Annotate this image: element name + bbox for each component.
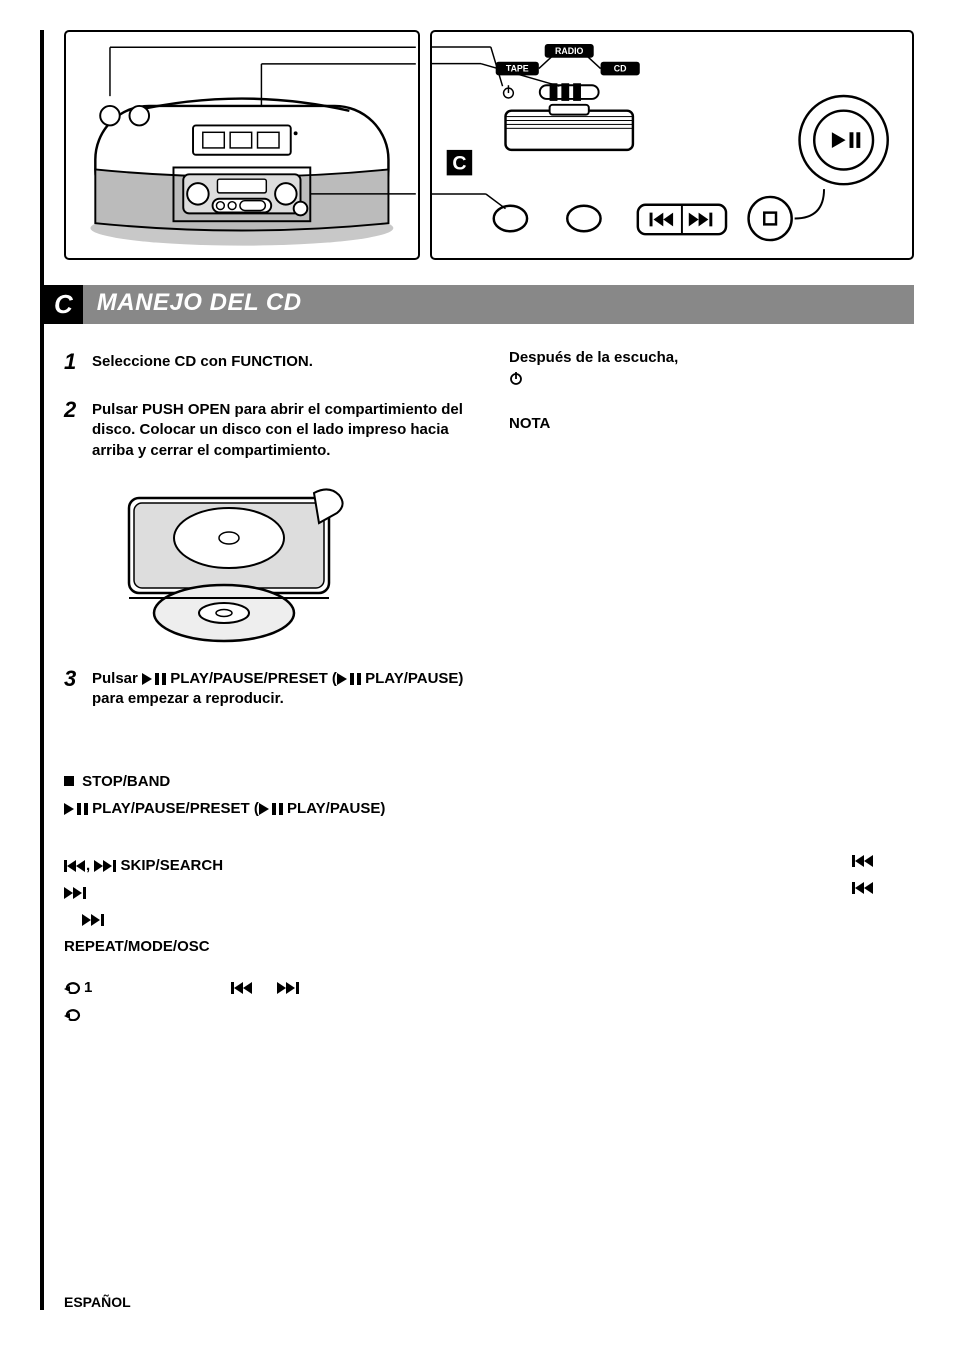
step-number: 2 — [64, 397, 82, 461]
skip-forward-icon — [277, 982, 299, 994]
play-preset-a: PLAY/PAUSE/PRESET ( — [88, 800, 259, 817]
repeat-icon — [64, 980, 84, 994]
skip-search-label: SKIP/SEARCH — [116, 857, 223, 874]
diagram-row: RADIO TAPE CD — [64, 30, 914, 260]
controls-illustration: RADIO TAPE CD — [432, 32, 912, 258]
after-listening-heading: Después de la escucha, — [509, 349, 914, 366]
right-column: Después de la escucha, NOTA — [509, 349, 914, 731]
page-language-footer: ESPAÑOL — [64, 1294, 131, 1310]
skip-forward-icon — [82, 914, 104, 926]
step3-mid1: PLAY/PAUSE/PRESET ( — [166, 670, 337, 687]
nota-heading: NOTA — [509, 415, 914, 432]
step-1: 1 Seleccione CD con FUNCTION. — [64, 349, 469, 375]
boombox-diagram — [64, 30, 420, 260]
boombox-illustration — [66, 32, 418, 258]
cd-label: CD — [614, 63, 627, 73]
play-pause-line: PLAY/PAUSE/PRESET ( PLAY/PAUSE) — [64, 798, 914, 819]
step-text: Pulsar PLAY/PAUSE/PRESET ( PLAY/PAUSE) p… — [92, 666, 469, 710]
skip-back-icon — [64, 860, 86, 872]
left-column: 1 Seleccione CD con FUNCTION. 2 Pulsar P… — [64, 349, 469, 731]
step3-prefix: Pulsar — [92, 670, 142, 687]
skip-search-line: , SKIP/SEARCH — [64, 855, 914, 876]
step-number: 3 — [64, 666, 82, 710]
step-text: Pulsar PUSH OPEN para abrir el compartim… — [92, 397, 469, 461]
repeat-all-line — [64, 1004, 914, 1025]
repeat-mode-label: REPEAT/MODE/OSC — [64, 938, 210, 955]
step-number: 1 — [64, 349, 82, 375]
section-header: C MANEJO DEL CD — [44, 285, 914, 324]
play-pause-icon — [142, 673, 166, 685]
repeat-one-label: 1 — [84, 979, 92, 996]
next-line-2 — [64, 909, 914, 930]
section-letter: C — [44, 285, 83, 324]
skip-back-icon — [852, 882, 874, 894]
section-title: MANEJO DEL CD — [83, 285, 914, 324]
skip-sep: , — [86, 857, 94, 874]
step-2: 2 Pulsar PUSH OPEN para abrir el compart… — [64, 397, 469, 461]
controls-diagram: RADIO TAPE CD — [430, 30, 914, 260]
skip-back-icon — [231, 982, 253, 994]
cd-insert-illustration — [104, 483, 364, 648]
next-line — [64, 882, 914, 903]
radio-label: RADIO — [555, 46, 584, 56]
skip-forward-icon — [94, 860, 116, 872]
skip-forward-icon — [64, 887, 86, 899]
step-3: 3 Pulsar PLAY/PAUSE/PRESET ( PLAY/PAUSE)… — [64, 666, 469, 710]
power-icon — [509, 371, 523, 385]
play-preset-b: PLAY/PAUSE) — [283, 800, 386, 817]
repeat-one-line: 1 — [64, 977, 914, 998]
stop-band-line: STOP/BAND — [64, 771, 914, 792]
skip-back-icon — [852, 855, 874, 867]
svg-text:C: C — [452, 153, 466, 175]
play-pause-icon — [337, 673, 361, 685]
stop-band-label: STOP/BAND — [82, 773, 170, 790]
square-bullet-icon — [64, 776, 74, 786]
step-text: Seleccione CD con FUNCTION. — [92, 349, 313, 375]
repeat-mode-line: REPEAT/MODE/OSC — [64, 936, 914, 957]
play-pause-icon — [259, 803, 283, 815]
play-pause-icon — [64, 803, 88, 815]
repeat-icon — [64, 1007, 84, 1021]
